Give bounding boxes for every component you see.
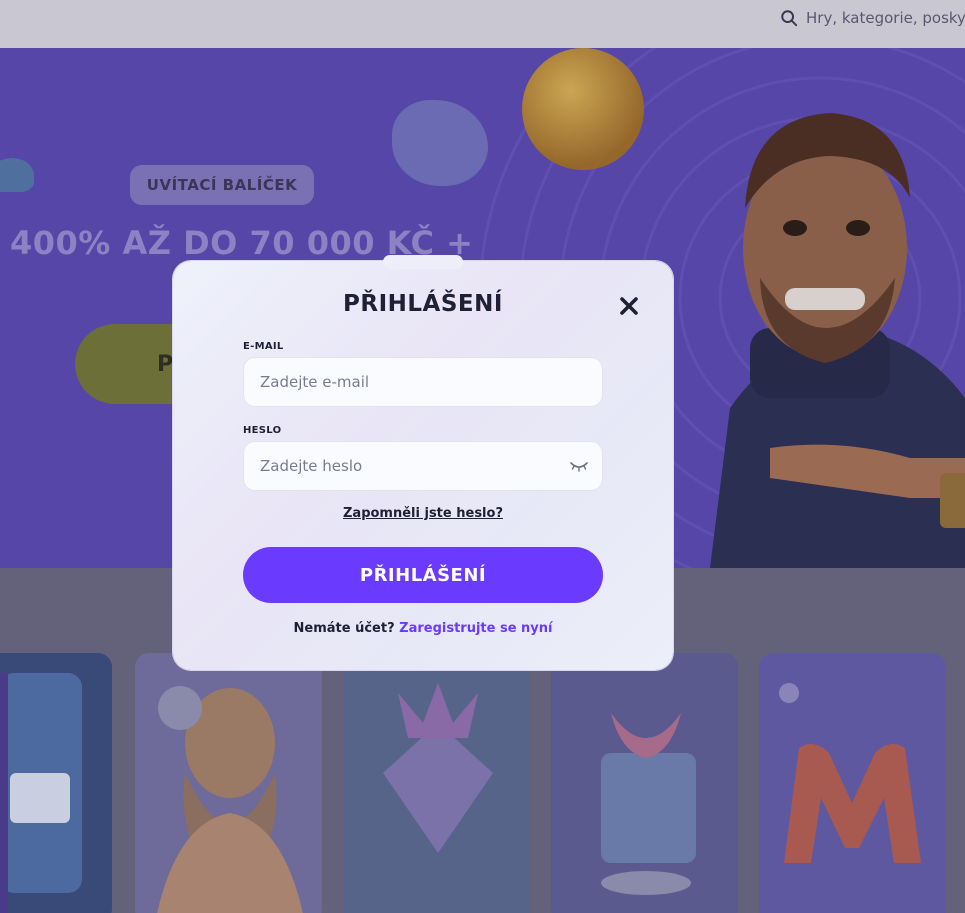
- eye-closed-icon[interactable]: [570, 459, 588, 473]
- close-icon: [620, 297, 638, 315]
- game-cards-row: [0, 653, 965, 913]
- zeus-game-image: [157, 686, 303, 913]
- forgot-password-link[interactable]: Zapomněli jste heslo?: [173, 506, 673, 521]
- welcome-badge: UVÍTACÍ BALÍČEK: [130, 165, 314, 205]
- email-label: E-MAIL: [243, 341, 284, 352]
- game-card-slot[interactable]: [0, 653, 112, 913]
- top-bar: Hry, kategorie, posky: [0, 0, 965, 48]
- search-placeholder: Hry, kategorie, posky: [806, 9, 965, 27]
- modal-title: PŘIHLÁŠENÍ: [343, 291, 503, 317]
- game-card-gift[interactable]: [551, 653, 738, 913]
- slot-machine-image: [0, 673, 82, 913]
- modal-notch-decoration: [383, 255, 463, 269]
- game-card-diamond[interactable]: [343, 653, 530, 913]
- letter-m-game-image: [779, 683, 921, 863]
- register-link[interactable]: Zaregistrujte se nyní: [399, 621, 552, 636]
- email-input[interactable]: [244, 358, 602, 406]
- search-box[interactable]: Hry, kategorie, posky: [780, 9, 965, 27]
- diamond-game-image: [383, 683, 493, 853]
- password-label: HESLO: [243, 425, 282, 436]
- password-field-wrapper: [243, 441, 603, 491]
- game-card-zeus[interactable]: [135, 653, 322, 913]
- search-icon: [781, 10, 798, 27]
- gift-game-image: [601, 713, 696, 895]
- password-input[interactable]: [244, 442, 602, 490]
- game-card-m[interactable]: [759, 653, 946, 913]
- register-prompt-line: Nemáte účet? Zaregistrujte se nyní: [173, 621, 673, 636]
- register-prompt-text: Nemáte účet?: [293, 621, 395, 636]
- coin-decoration: [522, 48, 644, 170]
- close-button[interactable]: [614, 291, 644, 321]
- login-submit-button[interactable]: PŘIHLÁŠENÍ: [243, 547, 603, 603]
- hero-character-image: [710, 113, 965, 568]
- login-modal: PŘIHLÁŠENÍ E-MAIL HESLO Zapomněli jste h…: [173, 255, 673, 670]
- email-field-wrapper: [243, 357, 603, 407]
